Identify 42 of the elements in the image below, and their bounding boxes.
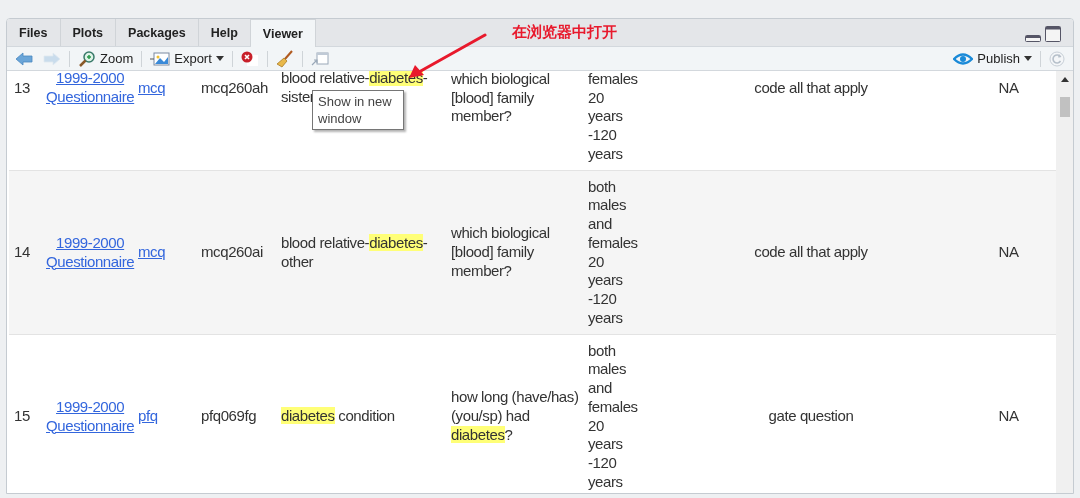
description-cell-text: code all that apply: [753, 243, 869, 262]
age-cell-text: females 20 years -120 years: [587, 71, 639, 164]
zoom-button[interactable]: Zoom: [76, 48, 136, 69]
scroll-up-icon[interactable]: [1060, 77, 1069, 82]
variable-cell-text: mcq260ah: [200, 79, 269, 98]
table-link[interactable]: pfq: [138, 407, 158, 426]
value-cell-text: NA: [997, 407, 1020, 426]
eye-icon: [953, 51, 974, 66]
question-cell-text: which biological [blood] family member?: [450, 71, 551, 127]
age-cell-text: both males and females 20 years -120 years: [587, 341, 639, 492]
value-cell-text: NA: [997, 79, 1020, 98]
value-cell-text: NA: [997, 243, 1020, 262]
caret-icon: [215, 56, 224, 61]
refresh-button[interactable]: [1047, 48, 1067, 69]
label-cell-text: diabetes condition: [280, 407, 396, 426]
age-cell-text: both males and females 20 years -120 years: [587, 177, 639, 328]
export-button[interactable]: Export: [148, 48, 226, 69]
variable-cell-text: mcq260ai: [200, 243, 264, 262]
description-cell-text: code all that apply: [753, 79, 869, 98]
label-cell-text: blood relative-diabetes-other: [280, 233, 429, 272]
annotation-text: 在浏览器中打开: [512, 23, 617, 42]
description-cell-text: gate question: [767, 407, 855, 426]
tab[interactable]: Viewer: [250, 19, 316, 47]
magnifier-icon: [78, 49, 96, 68]
row-number: 13: [13, 79, 31, 98]
table-link[interactable]: mcq: [138, 243, 166, 262]
minimize-icon[interactable]: [1025, 34, 1041, 42]
source-link[interactable]: 1999-2000 Questionnaire: [46, 71, 135, 107]
caret-icon: [1024, 56, 1032, 61]
image-icon: [150, 50, 171, 67]
source-link[interactable]: 1999-2000 Questionnaire: [46, 397, 135, 436]
variable-cell-text: pfq069fg: [200, 407, 258, 426]
table-link[interactable]: mcq: [138, 79, 166, 98]
maximize-icon[interactable]: [1045, 26, 1061, 42]
row-number: 15: [13, 407, 31, 426]
tooltip: Show in new window: [312, 90, 404, 130]
scrollbar[interactable]: [1056, 71, 1073, 493]
scrollbar-thumb[interactable]: [1059, 97, 1070, 117]
source-link[interactable]: 1999-2000 Questionnaire: [46, 233, 135, 272]
row-number: 14: [13, 243, 31, 262]
publish-button[interactable]: Publish: [951, 48, 1034, 69]
question-cell-text: which biological [blood] family member?: [450, 224, 551, 281]
